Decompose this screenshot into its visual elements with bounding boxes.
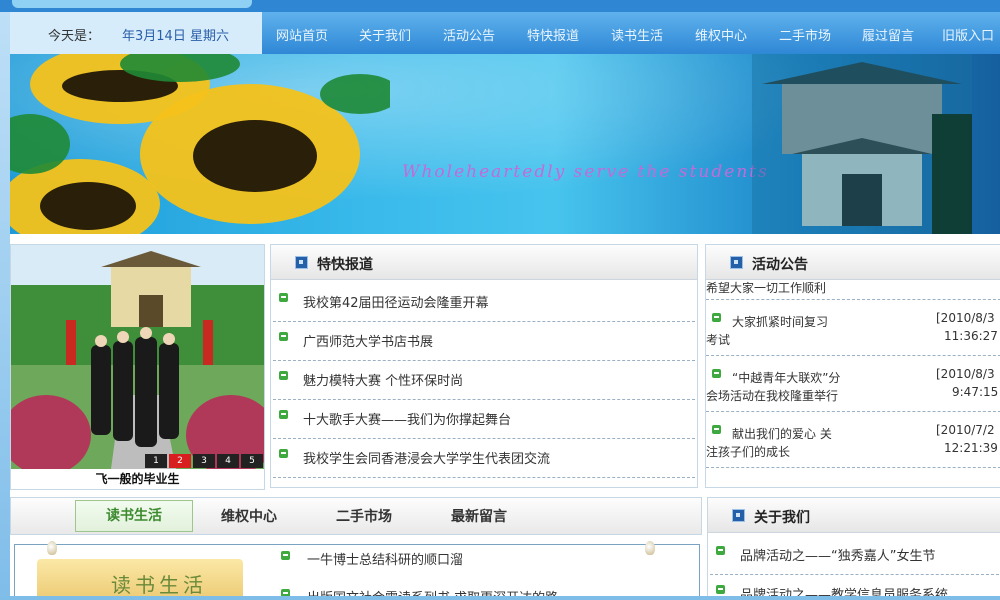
carousel-page-4[interactable]: 4 [217,454,239,468]
news-panel-header: 特快报道 [271,245,697,280]
banner-slogan: Wholeheartedly serve the students [402,162,769,182]
notice-item-text[interactable]: 希望大家一切工作顺利 [706,279,826,296]
news-panel: 特快报道 我校第42届田径运动会隆重开幕 广西师范大学书店书展 魅力模特大赛 个… [270,244,698,488]
main-nav: 网站首页 关于我们 活动公告 特快报道 读书生活 维权中心 二手市场 履过留言 … [262,12,1000,54]
notice-panel-header: 活动公告 [706,245,1000,280]
carousel-pager: 1 2 3 4 5 [143,454,263,468]
photo-caption[interactable]: 飞一般的毕业生 [11,469,264,489]
reading-box: 读书生活 一牛博士总结科研的顺口溜 出版国文社会需读系列书 求取更深开达的路 [14,541,700,596]
nav-notice[interactable]: 活动公告 [443,25,495,44]
bullet-icon [712,313,721,322]
about-panel-header: 关于我们 [708,498,1000,533]
tab-rights[interactable]: 维权中心 [221,506,277,526]
header: 今天是： 年3月14日 星期六 网站首页 关于我们 活动公告 特快报道 读书生活… [10,12,1000,55]
news-item-text[interactable]: 魅力模特大赛 个性环保时尚 [303,370,463,389]
news-item-text[interactable]: 广西师范大学书店书展 [303,331,433,350]
date-box: 今天是： 年3月14日 星期六 [10,12,262,55]
news-item[interactable]: 十大歌手大赛——我们为你撑起舞台 [273,400,695,439]
bullet-icon [281,589,290,596]
notice-item-title[interactable]: 大家抓紧时间复习 [732,313,828,330]
news-item[interactable]: 我校第42届田径运动会隆重开幕 [273,283,695,322]
notice-panel: 活动公告 希望大家一切工作顺利 大家抓紧时间复习 考试 [2010/8/3 11… [705,244,1000,488]
carousel-page-3[interactable]: 3 [193,454,215,468]
about-item[interactable]: 品牌活动之——“独秀嘉人”女生节 [710,536,1000,575]
date-label: 今天是： [48,29,101,44]
reading-image-label: 读书生活 [111,573,207,596]
pin-icon [47,541,57,555]
page: 今天是： 年3月14日 星期六 网站首页 关于我们 活动公告 特快报道 读书生活… [10,12,1000,596]
notice-title-icon [730,256,743,269]
gate-building-graphic [752,54,972,234]
news-item-text[interactable]: 我校学生会同香港浸会大学学生代表团交流 [303,448,550,467]
carousel-page-2[interactable]: 2 [169,454,191,468]
nav-old-version[interactable]: 旧版入口 [942,25,994,44]
notice-item-time: 9:47:15 [952,385,999,399]
notice-item-date: [2010/8/3 [936,367,995,381]
notice-item[interactable]: 献出我们的爱心 关 注孩子们的成长 [2010/7/2 12:21:39 [706,411,1000,468]
tab-reading[interactable]: 读书生活 [75,500,193,532]
about-item[interactable]: 品牌活动之——教学信息员服务系统 [710,575,1000,596]
notice-item-title-2[interactable]: 考试 [706,331,730,348]
date-value: 年3月14日 星期六 [122,29,229,44]
nav-rights[interactable]: 维权中心 [695,25,747,44]
banner: Wholeheartedly serve the students [10,54,1000,234]
notice-item[interactable]: “中越青年大联欢”分 会场活动在我校隆重举行 [2010/8/3 9:47:15 [706,355,1000,412]
page-frame: 今天是： 年3月14日 星期六 网站首页 关于我们 活动公告 特快报道 读书生活… [0,0,1000,600]
photo-carousel[interactable]: 1 2 3 4 5 飞一般的毕业生 [10,244,265,490]
reading-item[interactable]: 一牛博士总结科研的顺口溜 [307,549,463,568]
notice-item-time: 11:36:27 [944,329,998,343]
about-item-text[interactable]: 品牌活动之——“独秀嘉人”女生节 [740,545,935,564]
news-item-text[interactable]: 我校第42届田径运动会隆重开幕 [303,292,489,311]
graduation-photo [11,245,264,469]
notice-item-title-2[interactable]: 会场活动在我校隆重举行 [706,387,838,404]
carousel-page-5[interactable]: 5 [241,454,263,468]
news-item[interactable]: 广西师范大学书店书展 [273,322,695,361]
bullet-icon [279,449,288,458]
news-item-text[interactable]: 十大歌手大赛——我们为你撑起舞台 [303,409,511,428]
news-item[interactable]: 我校学生会同香港浸会大学学生代表团交流 [273,439,695,478]
notice-item-date: [2010/7/2 [936,423,995,437]
bullet-icon [716,546,725,555]
bullet-icon [279,371,288,380]
bullet-icon [281,551,290,560]
about-title: 关于我们 [754,510,810,526]
about-panel: 关于我们 品牌活动之——“独秀嘉人”女生节 品牌活动之——教学信息员服务系统 [707,497,1000,596]
notice-item-title[interactable]: “中越青年大联欢”分 [732,369,840,386]
nav-home[interactable]: 网站首页 [276,25,328,44]
notice-item-title[interactable]: 献出我们的爱心 关 [732,425,832,442]
reading-item[interactable]: 出版国文社会需读系列书 求取更深开达的路 [307,587,558,596]
section-tabs: 读书生活 维权中心 二手市场 最新留言 [10,497,702,535]
notice-item-time: 12:21:39 [944,441,998,455]
bullet-icon [279,410,288,419]
news-title: 特快报道 [317,257,373,273]
nav-market[interactable]: 二手市场 [779,25,831,44]
news-title-icon [295,256,308,269]
bullet-icon [712,369,721,378]
tab-market[interactable]: 二手市场 [336,506,392,526]
news-item[interactable]: 魅力模特大赛 个性环保时尚 [273,361,695,400]
bullet-icon [279,293,288,302]
nav-reading[interactable]: 读书生活 [611,25,663,44]
notice-item[interactable]: 大家抓紧时间复习 考试 [2010/8/3 11:36:27 [706,299,1000,356]
bullet-icon [716,585,725,594]
notice-item-date: [2010/8/3 [936,311,995,325]
tab-guestbook[interactable]: 最新留言 [451,506,507,526]
reading-image: 读书生活 [37,559,243,596]
nav-news[interactable]: 特快报道 [527,25,579,44]
about-title-icon [732,509,745,522]
nav-guestbook[interactable]: 履过留言 [862,25,914,44]
notice-item-title-2[interactable]: 注孩子们的成长 [706,443,790,460]
nav-about[interactable]: 关于我们 [359,25,411,44]
notice-title: 活动公告 [752,257,808,273]
bullet-icon [279,332,288,341]
bullet-icon [712,425,721,434]
pin-icon [645,541,655,555]
top-strip [0,0,1000,12]
carousel-page-1[interactable]: 1 [145,454,167,468]
about-item-text[interactable]: 品牌活动之——教学信息员服务系统 [740,584,948,596]
sunflower-graphic [10,54,390,234]
